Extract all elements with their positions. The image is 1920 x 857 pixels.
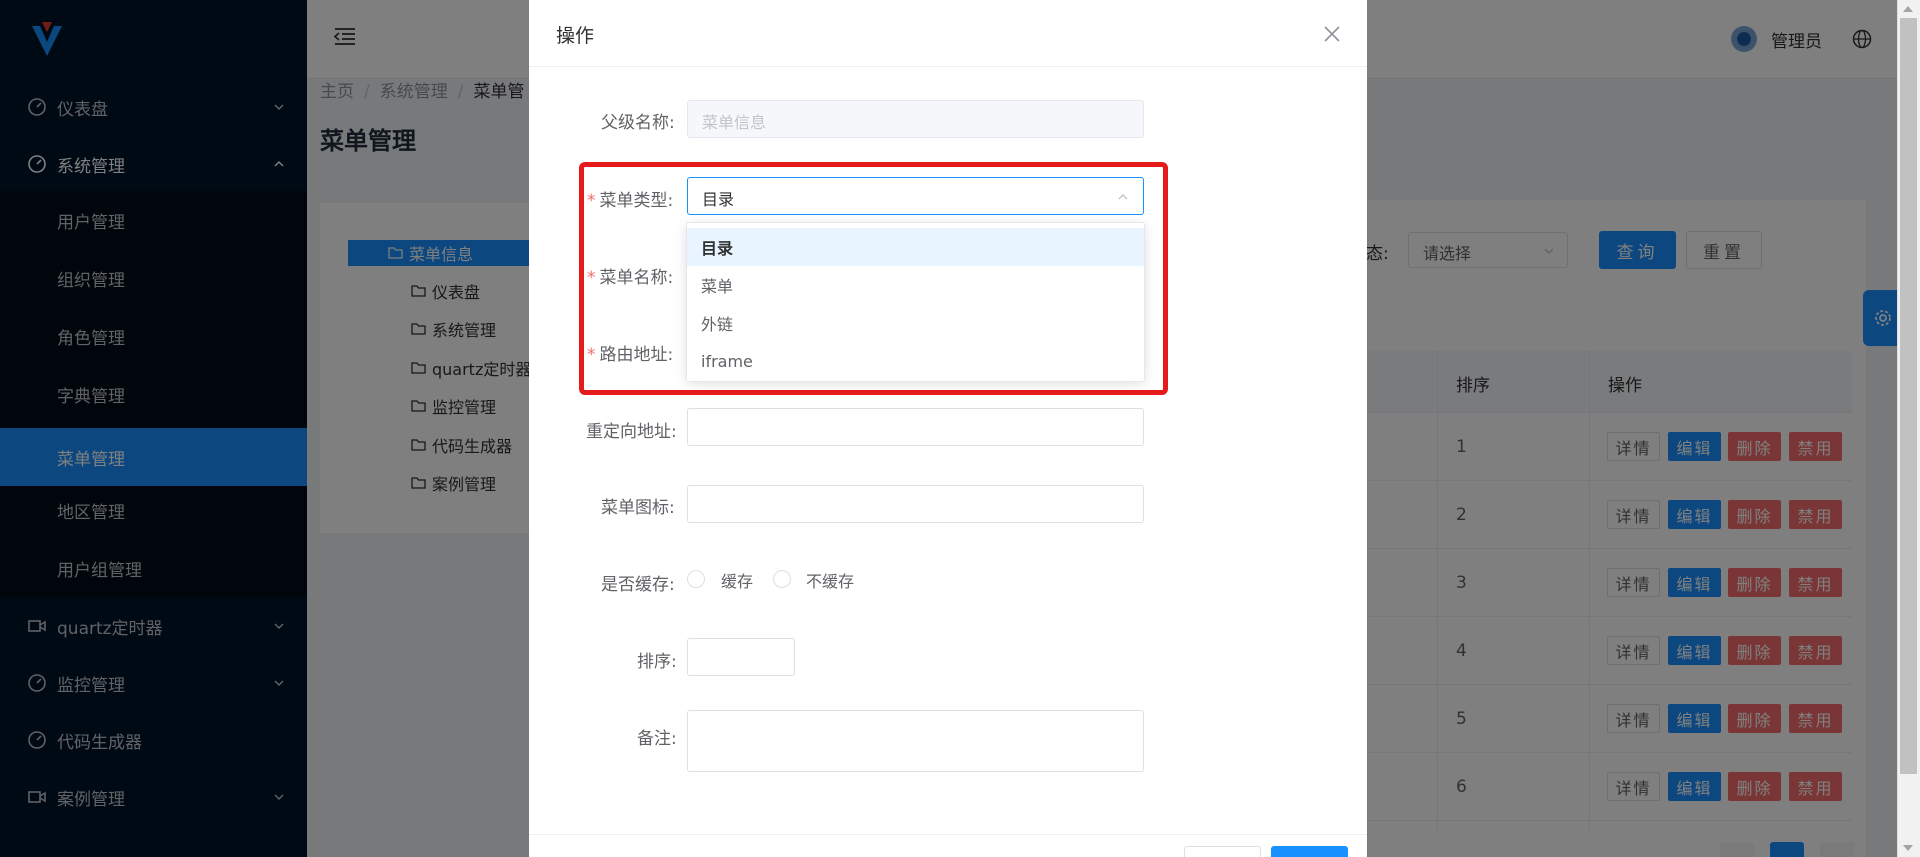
- dialog-title: 操作: [556, 25, 595, 47]
- parent-name-value: 菜单信息: [702, 113, 767, 132]
- parent-name-input: 菜单信息: [687, 100, 1144, 138]
- parent-name-label: 父级名称:: [601, 113, 675, 133]
- dialog-header: 操作: [529, 0, 1367, 67]
- remark-label: 备注:: [637, 729, 677, 749]
- dialog-footer-divider: [529, 834, 1367, 835]
- highlight-annotation-box: [579, 162, 1168, 395]
- page-scrollbar-thumb[interactable]: [1900, 18, 1917, 774]
- redirect-label: 重定向地址:: [586, 422, 677, 442]
- sort-input[interactable]: [687, 638, 795, 676]
- menu-edit-dialog: 操作 父级名称: 菜单信息 * 菜单类型: 目录 * 菜单名称: * 路由地址: 目录…: [529, 0, 1367, 857]
- cache-yes-radio[interactable]: [687, 570, 705, 588]
- close-icon[interactable]: [1324, 26, 1340, 42]
- scroll-up-arrow-icon[interactable]: [1903, 6, 1913, 12]
- cache-label: 是否缓存:: [601, 575, 675, 595]
- cache-no-label[interactable]: 不缓存: [806, 568, 854, 592]
- cache-yes-label[interactable]: 缓存: [721, 568, 753, 592]
- sort-label: 排序:: [637, 652, 677, 672]
- menu-icon-input[interactable]: [687, 485, 1144, 523]
- cancel-button[interactable]: [1184, 846, 1261, 857]
- scroll-down-arrow-icon[interactable]: [1903, 845, 1913, 851]
- redirect-input[interactable]: [687, 408, 1144, 446]
- confirm-button[interactable]: [1271, 846, 1348, 857]
- remark-textarea[interactable]: [687, 710, 1144, 772]
- menu-icon-label: 菜单图标:: [601, 498, 675, 518]
- cache-no-radio[interactable]: [773, 570, 791, 588]
